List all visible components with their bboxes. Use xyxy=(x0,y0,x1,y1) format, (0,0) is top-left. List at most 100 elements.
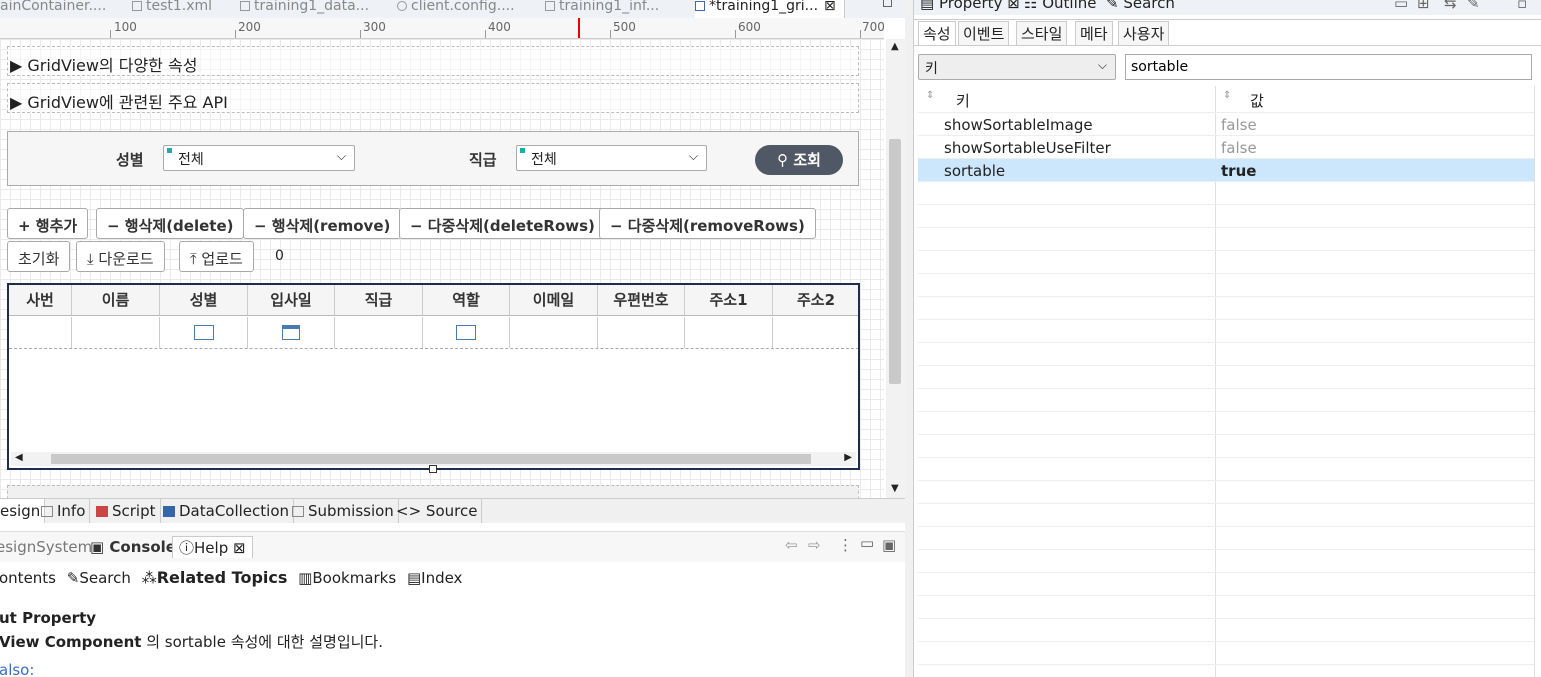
subtab-style[interactable]: 스타일 xyxy=(1016,21,1068,45)
maximize-icon[interactable]: ▣ xyxy=(882,536,896,554)
submission-icon xyxy=(292,506,304,517)
grid-column-header[interactable]: 주소2 xyxy=(773,285,858,315)
tab-outline[interactable]: ☷ Outline xyxy=(1024,0,1097,12)
tab-info[interactable]: Info xyxy=(37,499,91,523)
expand-icon[interactable]: ⊞ xyxy=(1417,0,1430,12)
remove-rows-button[interactable]: − 다중삭제(removeRows) xyxy=(599,208,816,239)
help-nav-bookmarks[interactable]: Bookmarks xyxy=(312,569,396,587)
upload-button[interactable]: ⤒ 업로드 xyxy=(179,241,254,272)
search-filter-box: 성별 전체 ⌵ 직급 전체 ⌵ ⚲ 조회 xyxy=(7,131,859,186)
edit-icon[interactable]: ✎ xyxy=(1467,0,1480,12)
grid-column-header[interactable]: 사번 xyxy=(9,285,72,315)
grid-column-header[interactable]: 직급 xyxy=(335,285,423,315)
minimize-icon[interactable] xyxy=(883,0,892,7)
grid-column-header[interactable]: 이름 xyxy=(72,285,160,315)
view-menu-icon[interactable]: ⋮ xyxy=(838,536,853,554)
table-row-selected[interactable]: sortable true xyxy=(918,159,1534,182)
outline-icon: ☷ xyxy=(1024,0,1038,12)
scroll-right-icon[interactable]: ▶ xyxy=(844,452,852,463)
horizontal-scrollbar[interactable]: ◀ ▶ xyxy=(11,452,856,466)
close-icon[interactable]: ⊠ xyxy=(1007,0,1020,12)
filter-key-select[interactable]: 키 ⌵ xyxy=(918,54,1116,80)
file-icon xyxy=(132,1,142,11)
help-view: esignSystem ▣ Console ⓘHelp ⊠ ⇦ ⇨ ⋮ ▭ ▣ … xyxy=(0,531,905,677)
minimize-icon[interactable]: ▭ xyxy=(860,534,874,552)
panel-splitter[interactable] xyxy=(905,0,913,677)
grid-column-header[interactable]: 역할 xyxy=(423,285,510,315)
tab-property[interactable]: ▤ Property ⊠ xyxy=(920,0,1020,12)
column-header-key[interactable]: 키 xyxy=(956,90,970,111)
scroll-down-icon[interactable]: ▼ xyxy=(891,483,899,494)
maximize-icon[interactable]: ▫ xyxy=(1517,0,1527,12)
help-nav-search[interactable]: Search xyxy=(79,569,131,587)
see-also-link[interactable]: also: xyxy=(0,661,34,677)
grid-column-header[interactable]: 입사일 xyxy=(248,285,335,315)
property-table: ⇕ 키 ⇕ 값 showSortableImage false showSort… xyxy=(918,86,1534,677)
subtab-properties[interactable]: 속성 xyxy=(918,21,956,45)
close-icon[interactable]: ⊠ xyxy=(824,0,836,14)
subtab-events[interactable]: 이벤트 xyxy=(958,21,1010,45)
subtab-meta[interactable]: 메타 xyxy=(1075,21,1113,45)
grid-column-header[interactable]: 주소1 xyxy=(685,285,773,315)
tab-source[interactable]: <> Source xyxy=(392,499,483,523)
column-header-value[interactable]: 값 xyxy=(1250,90,1264,111)
editor-tab[interactable]: ainContainer.... xyxy=(0,0,110,18)
sort-icon[interactable]: ⇕ xyxy=(926,90,934,101)
tab-help[interactable]: ⓘHelp ⊠ xyxy=(172,536,253,558)
chevron-down-icon: ⌵ xyxy=(688,149,698,163)
tab-designsystem[interactable]: esignSystem xyxy=(0,536,92,558)
delete-row-button[interactable]: − 행삭제(delete) xyxy=(96,208,245,239)
search-icon: ✎ xyxy=(66,569,80,587)
help-description: View Component 의 sortable 속성에 대한 설명입니다. xyxy=(0,633,383,651)
grid-column-header[interactable]: 성별 xyxy=(160,285,248,315)
position-select[interactable]: 전체 ⌵ xyxy=(516,145,707,171)
table-row[interactable] xyxy=(9,317,858,349)
download-button[interactable]: ⤓ 다운로드 xyxy=(76,241,165,272)
scroll-left-icon[interactable]: ◀ xyxy=(15,452,23,463)
minimize-icon[interactable]: ▭ xyxy=(1394,0,1408,12)
editor-tab[interactable]: test1.xml xyxy=(132,0,227,18)
sync-icon[interactable]: ⇆ xyxy=(1444,0,1457,12)
table-row[interactable]: showSortableUseFilter false xyxy=(918,136,1534,159)
index-icon: ▤ xyxy=(406,569,422,587)
sort-icon[interactable]: ⇕ xyxy=(1223,90,1231,101)
tab-datacollection[interactable]: DataCollection xyxy=(159,499,295,523)
help-nav-contents[interactable]: ontents xyxy=(0,569,56,587)
add-row-button[interactable]: + 행추가 xyxy=(7,208,89,239)
search-button[interactable]: ⚲ 조회 xyxy=(755,145,843,175)
grid-view[interactable]: 사번 이름 성별 입사일 직급 역할 이메일 우편번호 주소1 주소2 ◀ ▶ xyxy=(7,283,860,470)
remove-row-button[interactable]: − 행삭제(remove) xyxy=(243,208,402,239)
editor-tab-active[interactable]: *training1_gri... ⊠ xyxy=(695,0,845,18)
section-grid-attributes[interactable]: ▶ GridView의 다양한 속성 xyxy=(7,46,859,76)
back-icon[interactable]: ⇦ xyxy=(785,536,798,554)
section-grid-api[interactable]: ▶ GridView에 관련된 주요 API xyxy=(7,83,859,113)
table-row[interactable]: showSortableImage false xyxy=(918,113,1534,136)
grid-column-header[interactable]: 이메일 xyxy=(510,285,598,315)
tab-console[interactable]: ▣ Console xyxy=(90,536,176,558)
resize-handle[interactable] xyxy=(429,465,437,473)
design-canvas[interactable]: ▶ GridView의 다양한 속성 ▶ GridView에 관련된 주요 AP… xyxy=(0,39,884,498)
reset-button[interactable]: 초기화 xyxy=(7,241,71,272)
help-nav-index[interactable]: Index xyxy=(421,569,462,587)
bookmarks-icon: ▥ xyxy=(298,569,313,587)
editor-tab[interactable]: training1_data... xyxy=(240,0,370,18)
help-nav-related[interactable]: Related Topics xyxy=(157,568,288,587)
subtab-user[interactable]: 사용자 xyxy=(1118,21,1170,45)
gender-select[interactable]: 전체 ⌵ xyxy=(163,145,355,171)
close-icon[interactable]: ⊠ xyxy=(233,539,246,557)
property-panel: ▤ Property ⊠ ☷ Outline ✎ Search ▭ ⊞ ⇆ ✎ … xyxy=(913,0,1541,677)
help-heading: ut Property xyxy=(0,609,97,627)
editor-tab[interactable]: training1_inf... xyxy=(545,0,665,18)
filter-value-input[interactable] xyxy=(1125,54,1532,80)
row-count: 0 xyxy=(275,248,284,264)
tab-search[interactable]: ✎ Search xyxy=(1106,0,1175,12)
tab-submission[interactable]: Submission xyxy=(288,499,399,523)
tab-script[interactable]: Script xyxy=(92,499,161,523)
scroll-up-icon[interactable]: ▲ xyxy=(891,41,899,52)
vertical-scrollbar[interactable]: ▲ ▼ xyxy=(886,39,905,498)
forward-icon[interactable]: ⇨ xyxy=(808,536,821,554)
editor-tab[interactable]: client.config.... xyxy=(397,0,522,18)
grid-column-header[interactable]: 우편번호 xyxy=(598,285,685,315)
search-icon: ⚲ xyxy=(777,151,789,169)
delete-rows-button[interactable]: − 다중삭제(deleteRows) xyxy=(399,208,606,239)
